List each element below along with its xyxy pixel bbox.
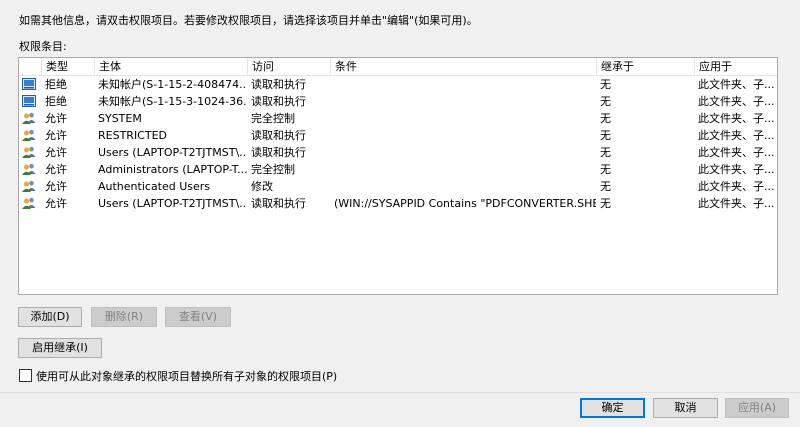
entry-applies-to: 此文件夹、子... xyxy=(698,197,775,210)
header-applies-to[interactable]: 应用于 xyxy=(694,58,777,75)
entry-principal: 未知帐户(S-1-15-3-1024-36... xyxy=(98,95,247,108)
replace-child-permissions-checkbox[interactable] xyxy=(19,369,32,382)
add-button[interactable]: 添加(D) xyxy=(18,307,82,327)
permission-entry-row[interactable]: 允许 Authenticated Users 修改 无 此文件夹、子... xyxy=(19,178,777,195)
entry-condition xyxy=(330,178,596,195)
enable-inheritance-button[interactable]: 启用继承(I) xyxy=(18,338,102,358)
entry-condition: (WIN://SYSAPPID Contains "PDFCONVERTER.S… xyxy=(334,197,596,210)
entry-applies-to: 此文件夹、子... xyxy=(698,146,775,159)
replace-child-permissions-row[interactable]: 使用可从此对象继承的权限项目替换所有子对象的权限项目(P) xyxy=(19,368,337,384)
entry-inherited-from: 无 xyxy=(600,112,611,125)
permission-entry-row[interactable]: 拒绝 未知帐户(S-1-15-3-1024-36... 读取和执行 无 此文件夹、子..… xyxy=(19,93,777,110)
info-text: 如需其他信息，请双击权限项目。若要修改权限项目，请选择该项目并单击"编辑"(如果… xyxy=(19,14,478,27)
app-package-icon xyxy=(19,93,41,110)
entry-type: 拒绝 xyxy=(45,78,67,91)
entry-condition xyxy=(330,144,596,161)
entry-principal: SYSTEM xyxy=(98,112,142,125)
header-principal[interactable]: 主体 xyxy=(94,58,247,75)
entry-access: 读取和执行 xyxy=(251,95,306,108)
app-package-icon xyxy=(19,76,41,93)
apply-button[interactable]: 应用(A) xyxy=(725,398,789,418)
header-inherited-from[interactable]: 继承于 xyxy=(596,58,694,75)
entry-type: 允许 xyxy=(45,129,67,142)
entry-principal: Administrators (LAPTOP-T... xyxy=(98,163,247,176)
entry-inherited-from: 无 xyxy=(600,163,611,176)
entry-applies-to: 此文件夹、子... xyxy=(698,180,775,193)
entry-type: 允许 xyxy=(45,146,67,159)
header-access[interactable]: 访问 xyxy=(247,58,330,75)
header-icon-col xyxy=(19,58,41,75)
users-icon xyxy=(19,195,41,212)
entry-inherited-from: 无 xyxy=(600,180,611,193)
permission-entry-row[interactable]: 允许 SYSTEM 完全控制 无 此文件夹、子... xyxy=(19,110,777,127)
permission-entry-row[interactable]: 拒绝 未知帐户(S-1-15-2-408474... 读取和执行 无 此文件夹、子... xyxy=(19,76,777,93)
entry-applies-to: 此文件夹、子... xyxy=(698,112,775,125)
entry-condition xyxy=(330,161,596,178)
entry-access: 读取和执行 xyxy=(251,197,306,210)
users-icon xyxy=(19,144,41,161)
permission-list[interactable]: 类型 主体 访问 条件 继承于 应用于 拒绝 未知帐户(S-1-15-2-4084… xyxy=(18,57,778,295)
entry-inherited-from: 无 xyxy=(600,197,611,210)
entry-principal: Users (LAPTOP-T2TJTMST\... xyxy=(98,146,247,159)
entry-principal: Users (LAPTOP-T2TJTMST\... xyxy=(98,197,247,210)
entry-condition xyxy=(330,76,596,93)
entry-condition xyxy=(330,93,596,110)
entry-type: 允许 xyxy=(45,112,67,125)
permission-entry-row[interactable]: 允许 RESTRICTED 读取和执行 无 此文件夹、子... xyxy=(19,127,777,144)
users-icon xyxy=(19,161,41,178)
header-condition[interactable]: 条件 xyxy=(330,58,596,75)
header-type[interactable]: 类型 xyxy=(41,58,94,75)
entry-access: 修改 xyxy=(251,180,273,193)
entry-access: 读取和执行 xyxy=(251,129,306,142)
permission-entry-row[interactable]: 允许 Administrators (LAPTOP-T... 完全控制 无 此文件夹、子… xyxy=(19,161,777,178)
users-icon xyxy=(19,110,41,127)
remove-button[interactable]: 删除(R) xyxy=(91,307,157,327)
entry-inherited-from: 无 xyxy=(600,129,611,142)
cancel-button[interactable]: 取消 xyxy=(653,398,718,418)
entry-applies-to: 此文件夹、子... xyxy=(698,95,775,108)
users-icon xyxy=(19,127,41,144)
permission-entry-row[interactable]: 允许 Users (LAPTOP-T2TJTMST\... 读取和执行 (WIN://… xyxy=(19,195,777,212)
ok-button[interactable]: 确定 xyxy=(580,398,645,418)
entry-applies-to: 此文件夹、子... xyxy=(698,129,775,142)
entry-applies-to: 此文件夹、子... xyxy=(698,78,775,91)
entry-type: 允许 xyxy=(45,197,67,210)
entry-inherited-from: 无 xyxy=(600,95,611,108)
entry-principal: Authenticated Users xyxy=(98,180,211,193)
view-button[interactable]: 查看(V) xyxy=(165,307,231,327)
list-label: 权限条目: xyxy=(19,40,67,53)
entry-type: 拒绝 xyxy=(45,95,67,108)
entry-applies-to: 此文件夹、子... xyxy=(698,163,775,176)
entry-access: 读取和执行 xyxy=(251,146,306,159)
entry-access: 完全控制 xyxy=(251,163,295,176)
entry-type: 允许 xyxy=(45,163,67,176)
entry-inherited-from: 无 xyxy=(600,78,611,91)
permission-entry-row[interactable]: 允许 Users (LAPTOP-T2TJTMST\... 读取和执行 无 此文件夹、子… xyxy=(19,144,777,161)
entry-access: 读取和执行 xyxy=(251,78,306,91)
list-header: 类型 主体 访问 条件 继承于 应用于 xyxy=(19,58,777,76)
entry-access: 完全控制 xyxy=(251,112,295,125)
entry-principal: RESTRICTED xyxy=(98,129,168,142)
entry-condition xyxy=(330,110,596,127)
entry-principal: 未知帐户(S-1-15-2-408474... xyxy=(98,78,247,91)
users-icon xyxy=(19,178,41,195)
replace-child-permissions-label: 使用可从此对象继承的权限项目替换所有子对象的权限项目(P) xyxy=(36,370,338,383)
entry-condition xyxy=(330,127,596,144)
entry-inherited-from: 无 xyxy=(600,146,611,159)
entry-type: 允许 xyxy=(45,180,67,193)
